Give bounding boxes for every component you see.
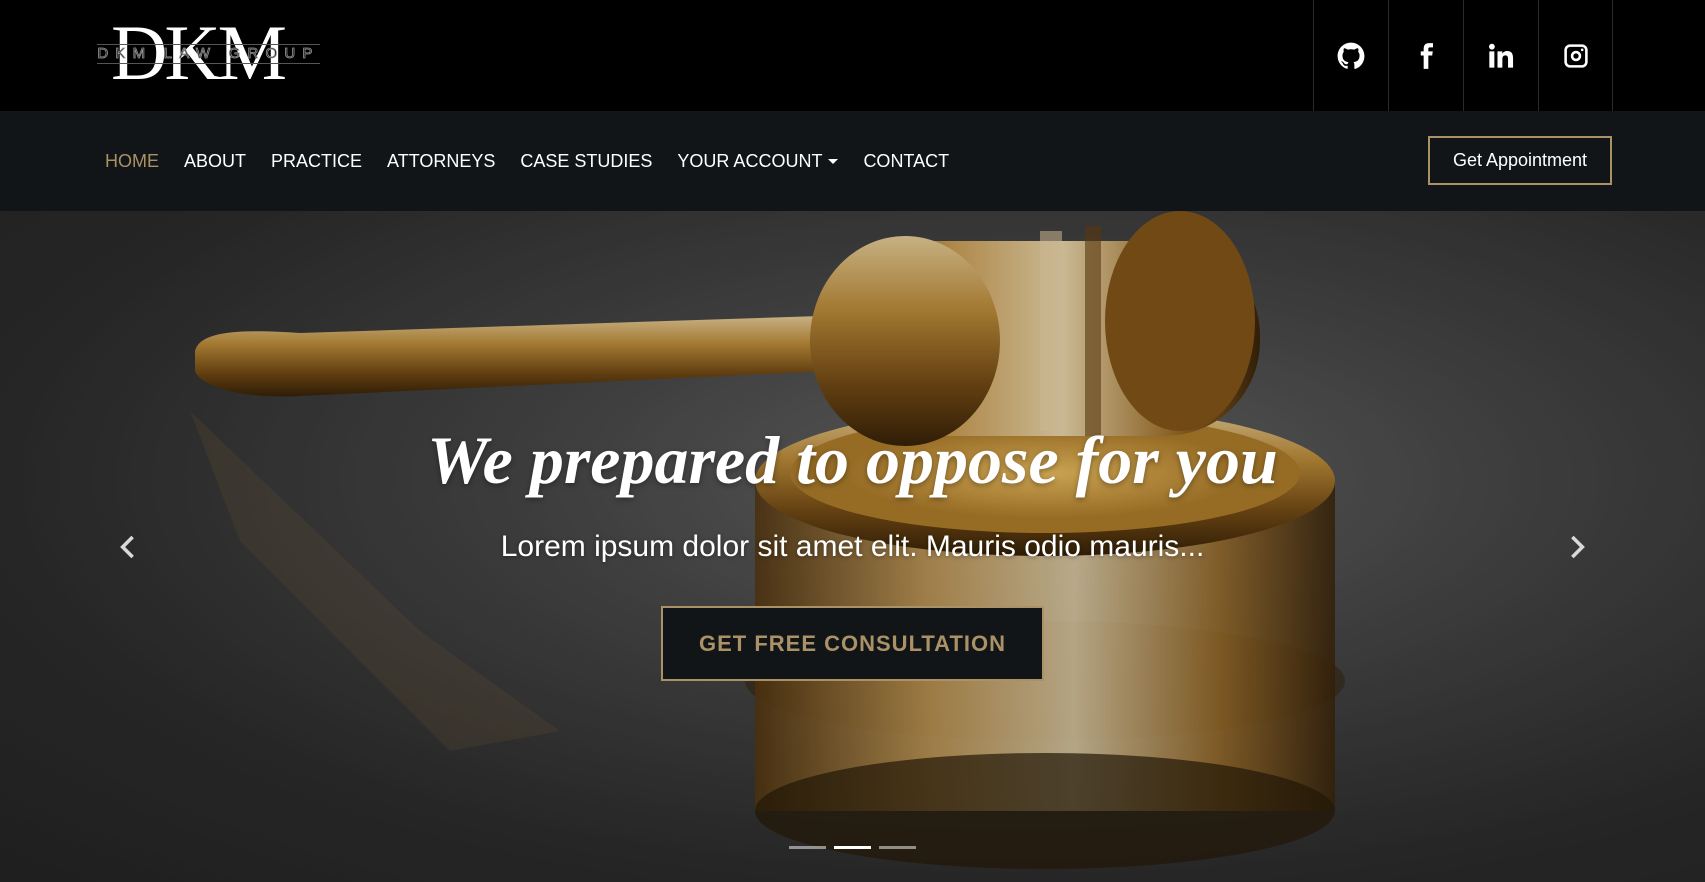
social-links <box>1313 0 1613 111</box>
carousel-next-button[interactable] <box>1563 532 1593 562</box>
linkedin-link[interactable] <box>1463 0 1538 111</box>
facebook-link[interactable] <box>1388 0 1463 111</box>
carousel-indicator[interactable] <box>789 846 826 849</box>
linkedin-icon <box>1488 43 1514 68</box>
caret-down-icon <box>828 159 839 164</box>
carousel-prev-button[interactable] <box>112 532 142 562</box>
carousel-indicator[interactable] <box>879 846 916 849</box>
nav-item-about[interactable]: ABOUT <box>184 151 246 172</box>
logo-subtext: DKM LAW GROUP <box>97 44 320 64</box>
instagram-icon <box>1563 43 1588 68</box>
github-icon <box>1337 42 1365 69</box>
github-link[interactable] <box>1313 0 1388 111</box>
hero-carousel: We prepared to oppose for you Lorem ipsu… <box>0 211 1705 882</box>
nav-item-contact[interactable]: CONTACT <box>863 151 949 172</box>
carousel-indicator[interactable] <box>834 846 871 849</box>
nav-item-practice[interactable]: PRACTICE <box>271 151 362 172</box>
nav-menu: HOME ABOUT PRACTICE ATTORNEYS CASE STUDI… <box>105 111 974 211</box>
free-consultation-button[interactable]: GET FREE CONSULTATION <box>661 606 1044 681</box>
chevron-left-icon <box>120 535 134 559</box>
hero-subtitle: Lorem ipsum dolor sit amet elit. Mauris … <box>500 530 1205 563</box>
nav-item-your-account[interactable]: YOUR ACCOUNT <box>677 150 839 172</box>
instagram-link[interactable] <box>1538 0 1613 111</box>
facebook-icon <box>1420 42 1433 69</box>
carousel-indicators <box>789 846 924 849</box>
chevron-right-icon <box>1571 535 1585 559</box>
get-appointment-button[interactable]: Get Appointment <box>1428 136 1612 185</box>
hero-title: We prepared to oppose for you <box>427 422 1278 498</box>
main-navbar: HOME ABOUT PRACTICE ATTORNEYS CASE STUDI… <box>0 111 1705 211</box>
nav-item-case-studies[interactable]: CASE STUDIES <box>520 151 652 172</box>
nav-item-your-account-label: YOUR ACCOUNT <box>677 150 823 171</box>
brand-logo[interactable]: DKM DKM LAW GROUP <box>97 14 322 92</box>
nav-item-home[interactable]: HOME <box>105 151 159 172</box>
top-bar: DKM DKM LAW GROUP <box>0 0 1705 111</box>
nav-item-attorneys[interactable]: ATTORNEYS <box>387 151 495 172</box>
